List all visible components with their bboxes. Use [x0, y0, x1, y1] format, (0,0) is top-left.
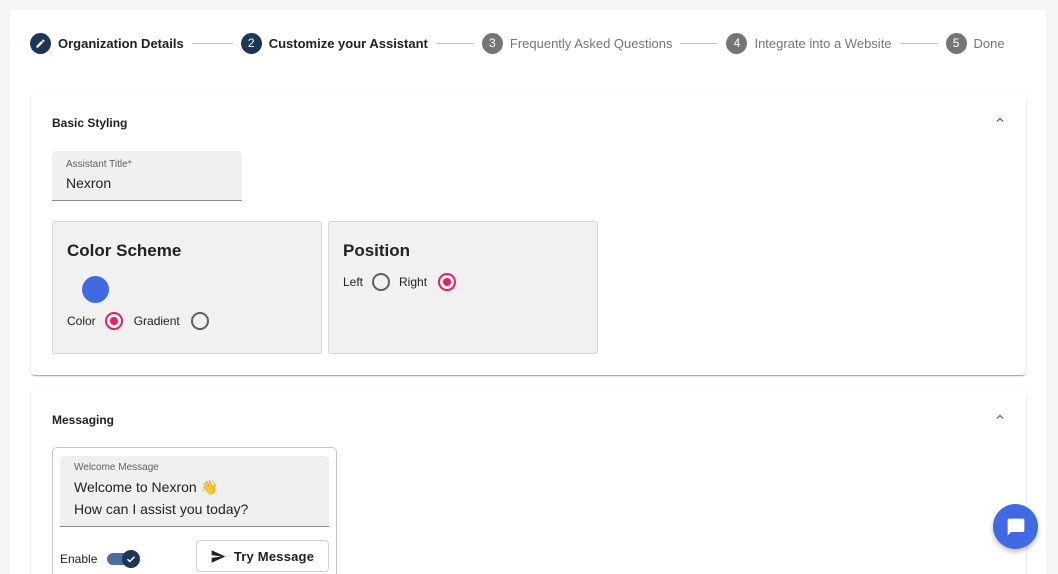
step-connector — [899, 42, 938, 44]
basic-styling-panel: Basic Styling Assistant Title* Nexron Co… — [31, 94, 1026, 375]
step-number: 2 — [240, 32, 262, 54]
position-title: Position — [343, 241, 411, 260]
chevron-up-icon[interactable] — [993, 113, 1007, 127]
step-label: Organization Details — [58, 35, 184, 51]
radio-gradient[interactable] — [190, 312, 209, 330]
assistant-title-field[interactable]: Assistant Title* Nexron — [52, 151, 242, 201]
try-message-button[interactable]: Try Message — [196, 540, 329, 572]
step-number: 3 — [481, 32, 503, 54]
step-connector — [435, 42, 474, 44]
radio-left[interactable] — [372, 273, 391, 291]
step-label: Frequently Asked Questions — [509, 35, 673, 51]
welcome-message-line-1[interactable]: Welcome to Nexron 👋 — [74, 479, 218, 496]
panel-title: Basic Styling — [52, 116, 128, 130]
step-organization-details[interactable]: Organization Details — [30, 32, 184, 54]
field-label: Welcome Message — [74, 462, 159, 473]
color-scheme-title: Color Scheme — [67, 241, 182, 260]
chat-launcher-button[interactable] — [993, 504, 1038, 549]
messaging-panel: Messaging Welcome Message Welcome to Nex… — [31, 390, 1026, 574]
step-connector — [191, 42, 233, 44]
field-label: Assistant Title* — [66, 159, 132, 170]
welcome-message-card: Welcome Message Welcome to Nexron 👋 How … — [52, 447, 337, 574]
welcome-message-field[interactable]: Welcome Message Welcome to Nexron 👋 How … — [60, 456, 329, 527]
step-faq[interactable]: 3 Frequently Asked Questions — [481, 32, 673, 54]
pencil-icon — [30, 32, 51, 54]
step-integrate[interactable]: 4 Integrate into a Website — [726, 32, 892, 54]
radio-label-color: Color — [67, 314, 96, 328]
send-icon — [211, 549, 226, 563]
radio-label-gradient: Gradient — [133, 314, 180, 328]
color-scheme-box: Color Scheme Color Gradient — [52, 221, 322, 354]
step-done[interactable]: 5 Done — [945, 32, 1005, 54]
chevron-up-icon[interactable] — [993, 410, 1007, 424]
radio-right[interactable] — [438, 273, 457, 291]
enable-toggle[interactable] — [107, 550, 141, 568]
position-options: Left Right — [343, 273, 457, 291]
try-message-label: Try Message — [233, 548, 315, 564]
check-icon — [122, 550, 141, 568]
chat-bubble-icon — [1007, 518, 1024, 535]
wizard-stepper: Organization Details 2 Customize your As… — [30, 32, 1005, 54]
assistant-title-input[interactable]: Nexron — [66, 175, 111, 191]
radio-label-left: Left — [343, 275, 364, 289]
enable-label: Enable — [60, 552, 98, 566]
enable-row: Enable — [60, 550, 141, 568]
step-number: 4 — [726, 32, 748, 54]
step-connector — [680, 42, 719, 44]
step-label: Customize your Assistant — [268, 35, 428, 51]
position-box: Position Left Right — [328, 221, 598, 354]
setup-wizard: Organization Details 2 Customize your As… — [10, 10, 1046, 574]
panel-title: Messaging — [52, 413, 115, 427]
step-label: Done — [973, 35, 1005, 51]
welcome-message-line-2[interactable]: How can I assist you today? — [74, 501, 248, 517]
color-scheme-options: Color Gradient — [67, 312, 209, 330]
step-label: Integrate into a Website — [754, 35, 892, 51]
step-customize-assistant[interactable]: 2 Customize your Assistant — [240, 32, 428, 54]
radio-color[interactable] — [104, 312, 123, 330]
color-swatch[interactable] — [82, 276, 109, 303]
radio-label-right: Right — [399, 275, 428, 289]
step-number: 5 — [945, 32, 967, 54]
